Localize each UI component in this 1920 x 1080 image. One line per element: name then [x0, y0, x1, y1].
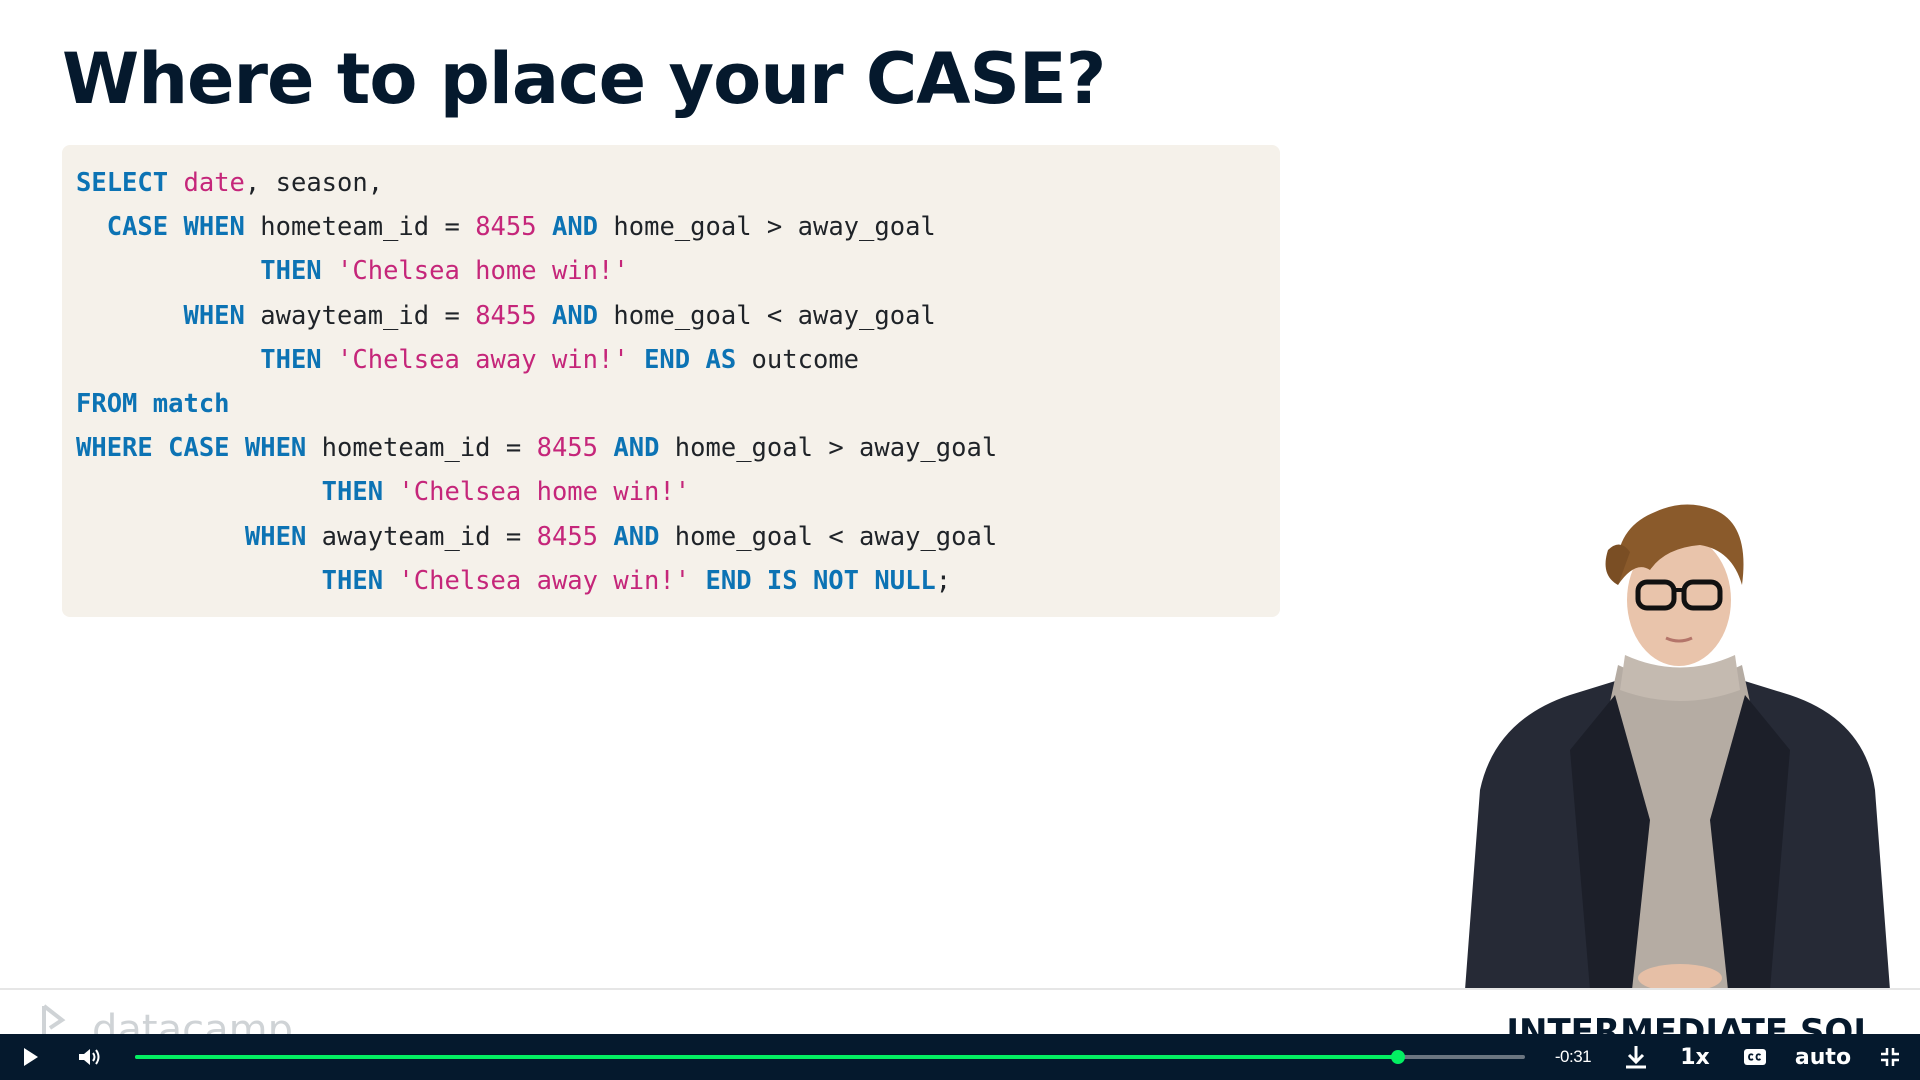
playback-speed-button[interactable]: 1x [1670, 1034, 1720, 1080]
datacamp-logo-icon [42, 1004, 66, 1034]
quality-label: auto [1794, 1044, 1852, 1070]
code-token: END AS [644, 344, 737, 375]
code-line: SELECT date, season, [76, 161, 1280, 205]
course-name: INTERMEDIATE SQL [1506, 1012, 1875, 1034]
code-token: 'Chelsea home win!' [337, 256, 629, 287]
sql-code-block: SELECT date, season, CASE WHEN hometeam_… [62, 145, 1280, 617]
code-token: WHEN [244, 521, 307, 552]
video-player-controls: -0:31 1x auto [0, 1034, 1920, 1080]
code-token: AND [613, 521, 660, 552]
code-token: THEN [260, 256, 322, 287]
brand-name: datacamp [92, 1007, 293, 1034]
play-button[interactable] [10, 1034, 50, 1080]
code-token: 'Chelsea away win!' [337, 344, 629, 375]
download-button[interactable] [1614, 1034, 1658, 1080]
volume-button[interactable] [70, 1034, 110, 1080]
code-token: date [183, 168, 245, 198]
progress-slider[interactable] [135, 1050, 1525, 1064]
code-line: THEN 'Chelsea home win!' [76, 470, 1280, 514]
code-line: WHERE CASE WHEN hometeam_id = 8455 AND h… [76, 426, 1280, 470]
code-token: home_goal < away_goal [598, 300, 936, 331]
code-token: AND [551, 300, 599, 331]
volume-icon [79, 1049, 100, 1065]
code-token: outcome [736, 344, 860, 375]
playback-speed-label: 1x [1680, 1044, 1710, 1070]
code-token: 8455 [536, 521, 599, 552]
progress-fill [135, 1055, 1398, 1059]
time-remaining-label: -0:31 [1554, 1047, 1592, 1066]
quality-button[interactable]: auto [1790, 1034, 1856, 1080]
code-token: 8455 [475, 300, 537, 331]
code-token: hometeam_id = [244, 212, 476, 243]
captions-icon [1744, 1049, 1766, 1065]
code-token: ; [935, 565, 952, 596]
progress-handle[interactable] [1390, 1050, 1405, 1064]
code-token: home_goal > away_goal [659, 433, 998, 464]
code-token: 8455 [536, 433, 599, 464]
video-slide: Where to place your CASE? SELECT date, s… [0, 0, 1920, 1080]
code-token: hometeam_id = [306, 433, 537, 464]
exit-fullscreen-button[interactable] [1870, 1034, 1910, 1080]
time-remaining: -0:31 [1548, 1034, 1598, 1080]
code-line: THEN 'Chelsea away win!' END IS NOT NULL… [76, 559, 1280, 603]
code-token: home_goal > away_goal [598, 212, 936, 243]
code-line: THEN 'Chelsea home win!' [76, 249, 1280, 293]
code-line: CASE WHEN hometeam_id = 8455 AND home_go… [76, 205, 1280, 249]
code-token: THEN [260, 344, 322, 375]
code-token: 'Chelsea away win!' [398, 565, 691, 596]
code-token: 8455 [475, 212, 537, 243]
datacamp-logo: datacamp [40, 1002, 293, 1034]
code-token: awayteam_id = [306, 521, 537, 552]
code-token: AND [613, 433, 660, 464]
presenter-video [1465, 504, 1890, 990]
code-line: THEN 'Chelsea away win!' END AS outcome [76, 338, 1280, 382]
code-token: WHERE CASE WHEN [76, 433, 307, 464]
slide-title: Where to place your CASE? [62, 38, 1106, 120]
captions-button[interactable] [1732, 1034, 1778, 1080]
code-line: WHEN awayteam_id = 8455 AND home_goal < … [76, 294, 1280, 338]
code-token: FROM match [76, 388, 230, 419]
code-token: THEN [321, 565, 384, 596]
code-token: END IS NOT NULL [705, 565, 936, 596]
code-line: WHEN awayteam_id = 8455 AND home_goal < … [76, 515, 1280, 559]
code-token: awayteam_id = [244, 300, 476, 331]
code-token: THEN [321, 477, 384, 508]
footer-divider [0, 988, 1920, 990]
download-icon [1626, 1046, 1646, 1069]
code-token: WHEN [183, 300, 245, 331]
code-token: 'Chelsea home win!' [398, 477, 691, 508]
play-icon [24, 1048, 38, 1066]
code-token: AND [551, 212, 599, 243]
exit-fullscreen-icon [1881, 1048, 1899, 1066]
code-token: , season, [244, 168, 384, 198]
code-line: FROM match [76, 382, 1280, 426]
code-token: home_goal < away_goal [659, 521, 998, 552]
code-token: SELECT [76, 168, 169, 198]
code-token: CASE WHEN [106, 212, 245, 243]
